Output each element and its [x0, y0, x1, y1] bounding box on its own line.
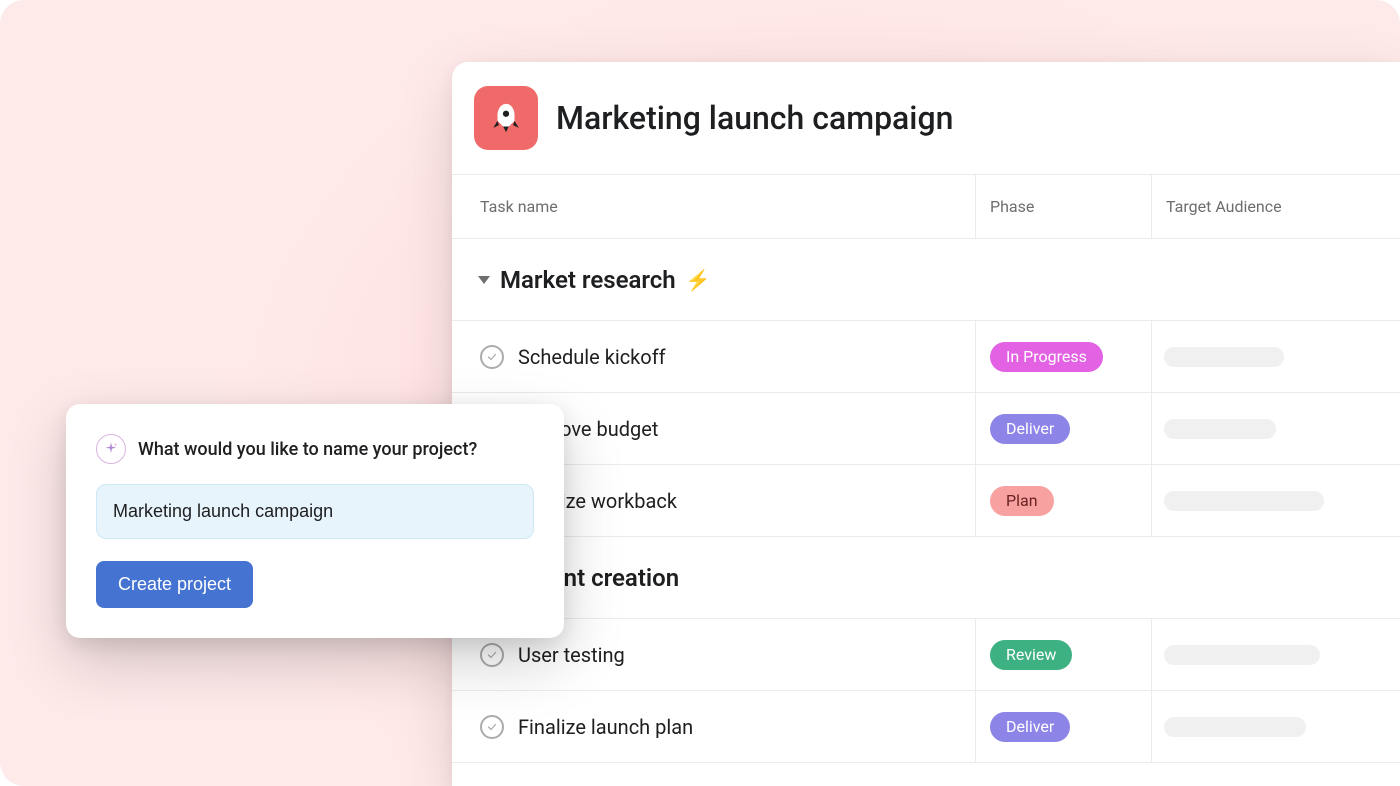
audience-placeholder [1164, 419, 1276, 439]
check-circle-icon[interactable] [480, 715, 504, 739]
task-name: Schedule kickoff [518, 345, 666, 369]
audience-placeholder [1164, 717, 1306, 737]
create-project-modal: What would you like to name your project… [66, 404, 564, 638]
phase-pill[interactable]: In Progress [990, 342, 1103, 372]
section-header[interactable]: Market research ⚡ [452, 239, 1400, 321]
task-row[interactable]: User testing Review [452, 619, 1400, 691]
project-title: Marketing launch campaign [556, 99, 953, 137]
rocket-icon [474, 86, 538, 150]
lightning-icon: ⚡ [686, 268, 711, 292]
check-circle-icon[interactable] [480, 643, 504, 667]
task-name: User testing [518, 643, 625, 667]
audience-placeholder [1164, 491, 1324, 511]
phase-pill[interactable]: Deliver [990, 414, 1070, 444]
audience-placeholder [1164, 347, 1284, 367]
sparkle-icon [96, 434, 126, 464]
column-header-phase[interactable]: Phase [976, 175, 1152, 238]
task-name: Finalize launch plan [518, 715, 693, 739]
section-title: Market research [500, 266, 676, 294]
task-row[interactable]: Finalize workback Plan [452, 465, 1400, 537]
columns-header: Task name Phase Target Audience [452, 175, 1400, 239]
phase-pill[interactable]: Review [990, 640, 1072, 670]
project-name-input[interactable] [96, 484, 534, 539]
column-header-audience[interactable]: Target Audience [1152, 175, 1400, 238]
check-circle-icon[interactable] [480, 345, 504, 369]
project-window: Marketing launch campaign Task name Phas… [452, 62, 1400, 786]
phase-pill[interactable]: Deliver [990, 712, 1070, 742]
phase-pill[interactable]: Plan [990, 486, 1054, 516]
chevron-down-icon [478, 276, 490, 284]
section-header[interactable]: Content creation [452, 537, 1400, 619]
create-project-button[interactable]: Create project [96, 561, 253, 608]
column-header-task[interactable]: Task name [452, 175, 976, 238]
task-row[interactable]: Finalize launch plan Deliver [452, 691, 1400, 763]
project-header: Marketing launch campaign [452, 62, 1400, 175]
audience-placeholder [1164, 645, 1320, 665]
task-row[interactable]: Approve budget Deliver [452, 393, 1400, 465]
modal-prompt: What would you like to name your project… [138, 439, 477, 460]
task-row[interactable]: Schedule kickoff In Progress [452, 321, 1400, 393]
